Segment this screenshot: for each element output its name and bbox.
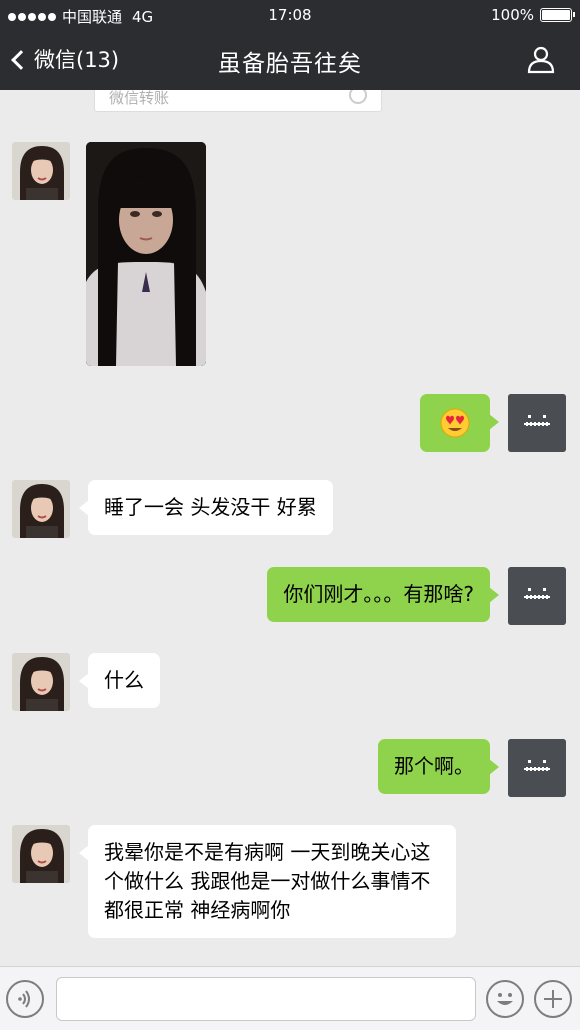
message-bubble-mine[interactable]	[420, 394, 499, 452]
avatar[interactable]	[508, 567, 566, 625]
battery-fill	[542, 10, 570, 20]
more-button[interactable]	[534, 980, 572, 1018]
photo-message[interactable]	[86, 142, 206, 366]
message-bubble-mine[interactable]: 那个啊。	[378, 739, 499, 794]
avatar[interactable]	[508, 739, 566, 797]
chat-area[interactable]: 微信转账 睡了一会 头发没干 好累 你们刚才。。。有那啥? 什么 那个啊。 我晕…	[0, 90, 580, 966]
avatar[interactable]	[12, 142, 70, 200]
chat-title: 虽备胎吾往矣	[218, 51, 362, 77]
smiley-icon	[497, 993, 513, 1005]
message-input[interactable]	[56, 977, 476, 1021]
input-bar	[0, 966, 580, 1030]
plus-icon	[544, 990, 562, 1008]
emoji-button[interactable]	[486, 980, 524, 1018]
avatar[interactable]	[12, 480, 70, 538]
voice-icon	[18, 990, 30, 1008]
nav-bar: 微信(13) 虽备胎吾往矣	[0, 30, 580, 90]
message-bubble-mine[interactable]: 你们刚才。。。有那啥?	[267, 567, 499, 622]
status-right: 100%	[491, 6, 575, 24]
avatar[interactable]	[12, 653, 70, 711]
person-icon[interactable]	[526, 44, 556, 74]
message-bubble-theirs[interactable]: 什么	[79, 653, 160, 708]
status-bar: 中国联通 4G 17:08 100%	[0, 0, 580, 30]
transfer-label: 微信转账	[109, 90, 170, 107]
avatar[interactable]	[508, 394, 566, 452]
transfer-card[interactable]: 微信转账	[94, 90, 382, 112]
voice-button[interactable]	[6, 980, 44, 1018]
battery-percent: 100%	[491, 6, 534, 24]
avatar[interactable]	[12, 825, 70, 883]
heart-eyes-emoji-icon	[440, 408, 470, 438]
battery-icon	[540, 8, 575, 22]
message-bubble-theirs[interactable]: 我晕你是不是有病啊 一天到晚关心这个做什么 我跟他是一对做什么事情不都很正常 神…	[79, 825, 456, 938]
transfer-icon	[349, 90, 367, 104]
message-bubble-theirs[interactable]: 睡了一会 头发没干 好累	[79, 480, 333, 535]
